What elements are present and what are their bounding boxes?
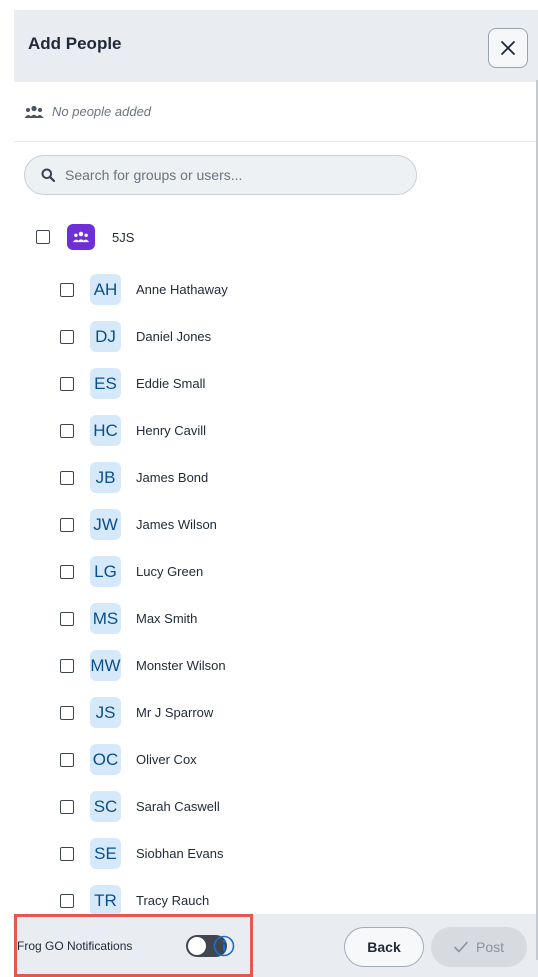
user-checkbox[interactable]	[60, 799, 74, 814]
user-avatar: SC	[90, 791, 121, 822]
user-name: Anne Hathaway	[136, 282, 228, 297]
user-avatar: JB	[90, 462, 121, 493]
user-avatar: JS	[90, 697, 121, 728]
user-checkbox[interactable]	[60, 705, 74, 720]
close-button[interactable]	[488, 28, 528, 68]
user-row[interactable]: MS Max Smith	[60, 595, 228, 642]
user-name: Eddie Small	[136, 376, 206, 391]
user-avatar: DJ	[90, 321, 121, 352]
user-checkbox[interactable]	[60, 470, 74, 485]
user-name: Daniel Jones	[136, 329, 212, 344]
user-row[interactable]: ES Eddie Small	[60, 360, 228, 407]
group-label: 5JS	[112, 229, 135, 245]
user-row[interactable]: LG Lucy Green	[60, 548, 228, 595]
user-name: Monster Wilson	[136, 658, 226, 673]
user-avatar: TR	[90, 885, 121, 916]
no-people-text: No people added	[52, 104, 152, 119]
user-avatar: MS	[90, 603, 121, 634]
user-name: Henry Cavill	[136, 423, 207, 438]
user-checkbox[interactable]	[60, 752, 74, 767]
dialog-title: Add People	[28, 34, 122, 53]
group-row[interactable]: 5JS	[36, 223, 134, 251]
user-name: Sarah Caswell	[136, 799, 220, 814]
user-checkbox[interactable]	[60, 282, 74, 297]
user-checkbox[interactable]	[60, 517, 74, 532]
search-icon	[41, 168, 55, 182]
user-name: James Bond	[136, 470, 209, 485]
user-row[interactable]: JW James Wilson	[60, 501, 228, 548]
people-icon	[24, 105, 44, 118]
user-row[interactable]: SE Siobhan Evans	[60, 830, 228, 877]
user-row[interactable]: HC Henry Cavill	[60, 407, 228, 454]
user-name: Siobhan Evans	[136, 846, 224, 861]
user-row[interactable]: AH Anne Hathaway	[60, 266, 228, 313]
user-list: AH Anne Hathaway DJ Daniel Jones ES Eddi…	[60, 266, 228, 924]
user-checkbox[interactable]	[60, 893, 74, 908]
user-avatar: HC	[90, 415, 121, 446]
user-checkbox[interactable]	[60, 658, 74, 673]
info-icon[interactable]	[213, 935, 235, 957]
user-row[interactable]: SC Sarah Caswell	[60, 783, 228, 830]
add-people-panel: Add People No people added Search for gr…	[14, 10, 538, 977]
group-icon	[67, 224, 95, 250]
user-checkbox[interactable]	[60, 423, 74, 438]
post-label: Post	[475, 939, 504, 955]
user-checkbox[interactable]	[60, 846, 74, 861]
user-avatar: LG	[90, 556, 121, 587]
user-avatar: JW	[90, 509, 121, 540]
user-checkbox[interactable]	[60, 329, 74, 344]
dialog-header: Add People	[14, 10, 538, 82]
search-input[interactable]	[65, 167, 385, 183]
user-row[interactable]: MW Monster Wilson	[60, 642, 228, 689]
user-name: Lucy Green	[136, 564, 204, 579]
added-people-summary: No people added	[14, 82, 538, 142]
toggle-knob	[188, 937, 206, 955]
user-name: Max Smith	[136, 611, 198, 626]
user-checkbox[interactable]	[60, 611, 74, 626]
user-avatar: AH	[90, 274, 121, 305]
user-row[interactable]: DJ Daniel Jones	[60, 313, 228, 360]
check-icon	[454, 941, 468, 953]
user-checkbox[interactable]	[60, 564, 74, 579]
user-name: Tracy Rauch	[136, 893, 210, 908]
user-avatar: ES	[90, 368, 121, 399]
user-avatar: SE	[90, 838, 121, 869]
user-checkbox[interactable]	[60, 376, 74, 391]
post-button[interactable]: Post	[431, 927, 527, 967]
user-row[interactable]: JB James Bond	[60, 454, 228, 501]
user-avatar: MW	[90, 650, 121, 681]
dialog-footer: Frog GO Notifications Back Post	[14, 914, 538, 977]
notifications-label: Frog GO Notifications	[17, 939, 133, 953]
user-avatar: OC	[90, 744, 121, 775]
user-name: Mr J Sparrow	[136, 705, 214, 720]
group-checkbox[interactable]	[36, 230, 50, 244]
user-name: Oliver Cox	[136, 752, 197, 767]
user-row[interactable]: OC Oliver Cox	[60, 736, 228, 783]
close-icon	[501, 41, 515, 55]
user-name: James Wilson	[136, 517, 217, 532]
search-field[interactable]	[24, 155, 417, 195]
back-button[interactable]: Back	[344, 927, 424, 967]
user-row[interactable]: JS Mr J Sparrow	[60, 689, 228, 736]
